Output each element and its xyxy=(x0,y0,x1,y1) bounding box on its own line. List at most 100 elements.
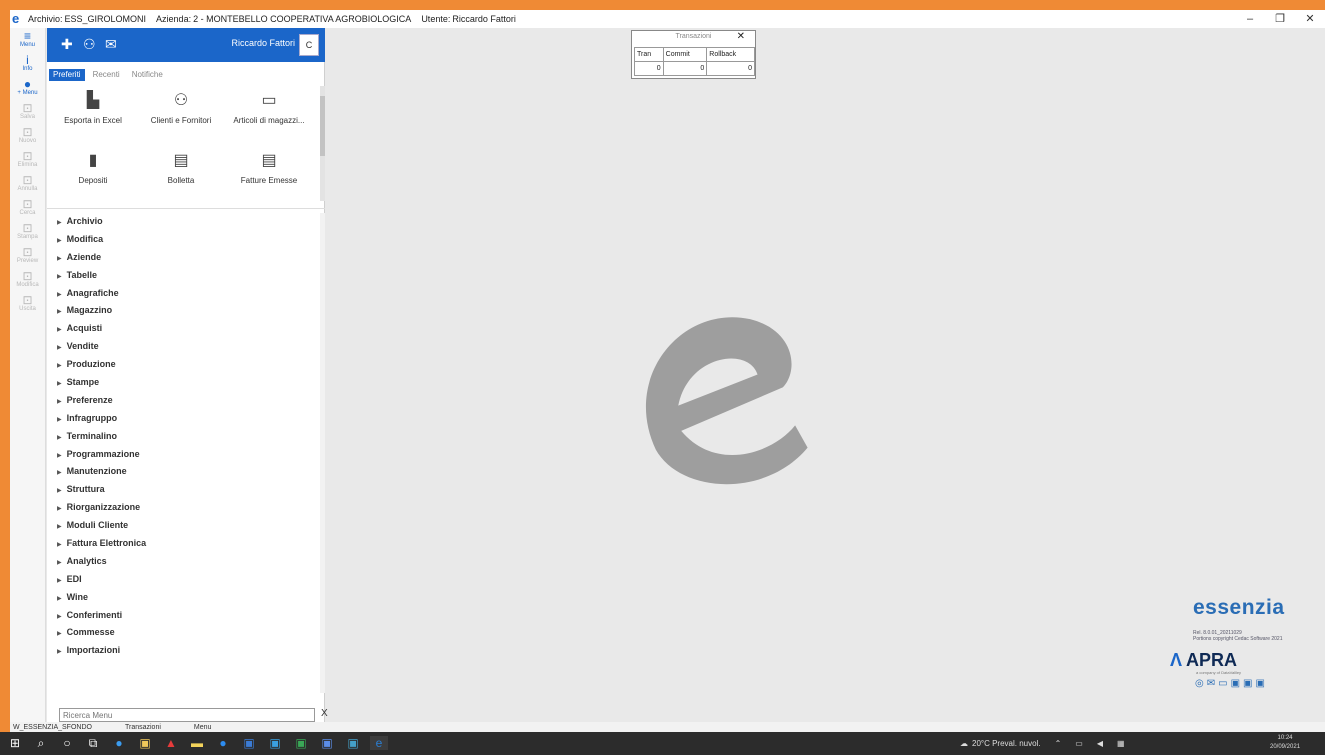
expand-arrow-icon[interactable]: ▶ xyxy=(57,309,62,315)
outlook-icon[interactable]: ▣ xyxy=(266,736,284,750)
expand-arrow-icon[interactable]: ▶ xyxy=(57,631,62,637)
menu-item[interactable]: ▶ Stampe xyxy=(57,374,307,392)
menu-item[interactable]: ▶ Acquisti xyxy=(57,320,307,338)
favorite-depositi[interactable]: ▮ Depositi xyxy=(53,146,133,201)
expand-arrow-icon[interactable]: ▶ xyxy=(57,399,62,405)
menu-item[interactable]: ▶ Preferenze xyxy=(57,392,307,410)
toolbar-item-10[interactable]: ⊡ Modifica xyxy=(10,268,45,290)
expand-arrow-icon[interactable]: ▶ xyxy=(57,524,62,530)
expand-arrow-icon[interactable]: ▶ xyxy=(57,363,62,369)
menu-item[interactable]: ▶ Commesse xyxy=(57,624,307,642)
transactions-close-button[interactable]: ✕ xyxy=(737,31,745,43)
tray-chevron-icon[interactable]: ⌃ xyxy=(1055,739,1062,748)
close-button[interactable]: ✕ xyxy=(1295,10,1325,28)
expand-arrow-icon[interactable]: ▶ xyxy=(57,435,62,441)
menu-item[interactable]: ▶ Archivio xyxy=(57,213,307,231)
menu-item[interactable]: ▶ Aziende xyxy=(57,249,307,267)
excel-icon[interactable]: ▣ xyxy=(292,736,310,750)
restore-button[interactable]: ❐ xyxy=(1265,10,1295,28)
acrobat-icon[interactable]: ▲ xyxy=(162,736,180,750)
linkedin-icon[interactable]: ▣ xyxy=(1255,678,1267,689)
menu-item[interactable]: ▶ Programmazione xyxy=(57,446,307,464)
toolbar-item-2[interactable]: ● + Menu xyxy=(10,76,45,98)
tab-recenti[interactable]: Recenti xyxy=(89,69,124,81)
menu-item[interactable]: ▶ Anagrafiche xyxy=(57,285,307,303)
menu-item[interactable]: ▶ Terminalino xyxy=(57,428,307,446)
expand-arrow-icon[interactable]: ▶ xyxy=(57,542,62,548)
menu-item[interactable]: ▶ Conferimenti xyxy=(57,607,307,625)
mail-link-icon[interactable]: ✉ xyxy=(1207,678,1218,689)
expand-arrow-icon[interactable]: ▶ xyxy=(57,345,62,351)
menu-search-input[interactable] xyxy=(59,708,315,722)
toolbar-item-1[interactable]: i Info xyxy=(10,52,45,74)
favorite-articoli-magazzino[interactable]: ▭ Articoli di magazzi... xyxy=(229,86,309,141)
expand-arrow-icon[interactable]: ▶ xyxy=(57,238,62,244)
menu-item[interactable]: ▶ Vendite xyxy=(57,338,307,356)
expand-arrow-icon[interactable]: ▶ xyxy=(57,470,62,476)
word-icon[interactable]: ▣ xyxy=(240,736,258,750)
status-window-name[interactable]: W_ESSENZIA_SFONDO xyxy=(13,724,92,731)
expand-arrow-icon[interactable]: ▶ xyxy=(57,220,62,226)
expand-arrow-icon[interactable]: ▶ xyxy=(57,417,62,423)
toolbar-item-3[interactable]: ⊡ Salva xyxy=(10,100,45,122)
expand-arrow-icon[interactable]: ▶ xyxy=(57,381,62,387)
menu-item[interactable]: ▶ Fattura Elettronica xyxy=(57,535,307,553)
expand-arrow-icon[interactable]: ▶ xyxy=(57,488,62,494)
menu-item[interactable]: ▶ Magazzino xyxy=(57,302,307,320)
task-view-icon[interactable]: ⧉ xyxy=(84,736,102,751)
tab-preferiti[interactable]: Preferiti xyxy=(49,69,85,81)
menu-item[interactable]: ▶ Modifica xyxy=(57,231,307,249)
expand-arrow-icon[interactable]: ▶ xyxy=(57,327,62,333)
minimize-button[interactable]: – xyxy=(1235,10,1265,28)
toolbar-item-4[interactable]: ⊡ Nuovo xyxy=(10,124,45,146)
scrollbar-thumb[interactable] xyxy=(320,96,325,156)
weather-icon[interactable]: ☁ xyxy=(960,739,968,748)
skype-icon[interactable]: ● xyxy=(214,736,232,750)
favorite-clienti-fornitori[interactable]: ⚇ Clienti e Fornitori xyxy=(141,86,221,141)
toolbar-item-5[interactable]: ⊡ Elimina xyxy=(10,148,45,170)
status-transactions[interactable]: Transazioni xyxy=(125,724,161,731)
users-icon[interactable]: ⚇ xyxy=(83,36,96,53)
expand-arrow-icon[interactable]: ▶ xyxy=(57,560,62,566)
expand-arrow-icon[interactable]: ▶ xyxy=(57,578,62,584)
company-spinner[interactable]: C xyxy=(299,34,319,56)
menu-item[interactable]: ▶ Struttura xyxy=(57,481,307,499)
menu-item[interactable]: ▶ Riorganizzazione xyxy=(57,499,307,517)
menu-item[interactable]: ▶ Importazioni xyxy=(57,642,307,660)
menu-item[interactable]: ▶ EDI xyxy=(57,571,307,589)
mail-icon[interactable]: ✉ xyxy=(105,36,117,53)
status-menu[interactable]: Menu xyxy=(194,724,212,731)
edge-icon[interactable]: ● xyxy=(110,736,128,750)
toolbar-item-8[interactable]: ⊡ Stampa xyxy=(10,220,45,242)
menu-item[interactable]: ▶ Wine xyxy=(57,589,307,607)
menu-item[interactable]: ▶ Produzione xyxy=(57,356,307,374)
volume-icon[interactable]: ◀ xyxy=(1097,739,1103,748)
store-icon[interactable]: ▣ xyxy=(136,736,154,750)
keyboard-tray-icon[interactable]: ▦ xyxy=(1117,739,1125,748)
cortana-icon[interactable]: ○ xyxy=(58,736,76,750)
toolbar-item-0[interactable]: ≡ Menu xyxy=(10,28,45,50)
add-user-icon[interactable]: ✚ xyxy=(61,36,73,53)
favorite-esporta-excel[interactable]: ▙ Esporta in Excel xyxy=(53,86,133,141)
windows-start-icon[interactable]: ⊞ xyxy=(6,736,24,750)
tab-notifiche[interactable]: Notifiche xyxy=(128,69,167,81)
favorite-bolletta[interactable]: ▤ Bolletta xyxy=(141,146,221,201)
menu-item[interactable]: ▶ Infragruppo xyxy=(57,410,307,428)
toolbar-item-9[interactable]: ⊡ Preview xyxy=(10,244,45,266)
expand-arrow-icon[interactable]: ▶ xyxy=(57,596,62,602)
web-icon[interactable]: ◎ xyxy=(1195,678,1207,689)
menu-item[interactable]: ▶ Moduli Cliente xyxy=(57,517,307,535)
weather-text[interactable]: 20°C Preval. nuvol. xyxy=(972,739,1041,748)
favorite-fatture-emesse[interactable]: ▤ Fatture Emesse xyxy=(229,146,309,201)
monitor-icon[interactable]: ▭ xyxy=(1218,678,1230,689)
explorer-icon[interactable]: ▬ xyxy=(188,736,206,750)
menu-item[interactable]: ▶ Analytics xyxy=(57,553,307,571)
search-icon[interactable]: ⌕ xyxy=(32,736,50,751)
expand-arrow-icon[interactable]: ▶ xyxy=(57,256,62,262)
twitter-icon[interactable]: ▣ xyxy=(1243,678,1255,689)
search-clear-button[interactable]: X xyxy=(321,708,328,719)
expand-arrow-icon[interactable]: ▶ xyxy=(57,274,62,280)
teams-icon[interactable]: ▣ xyxy=(318,736,336,750)
app-icon[interactable]: ▣ xyxy=(344,736,362,750)
network-icon[interactable]: ▭ xyxy=(1075,739,1083,748)
